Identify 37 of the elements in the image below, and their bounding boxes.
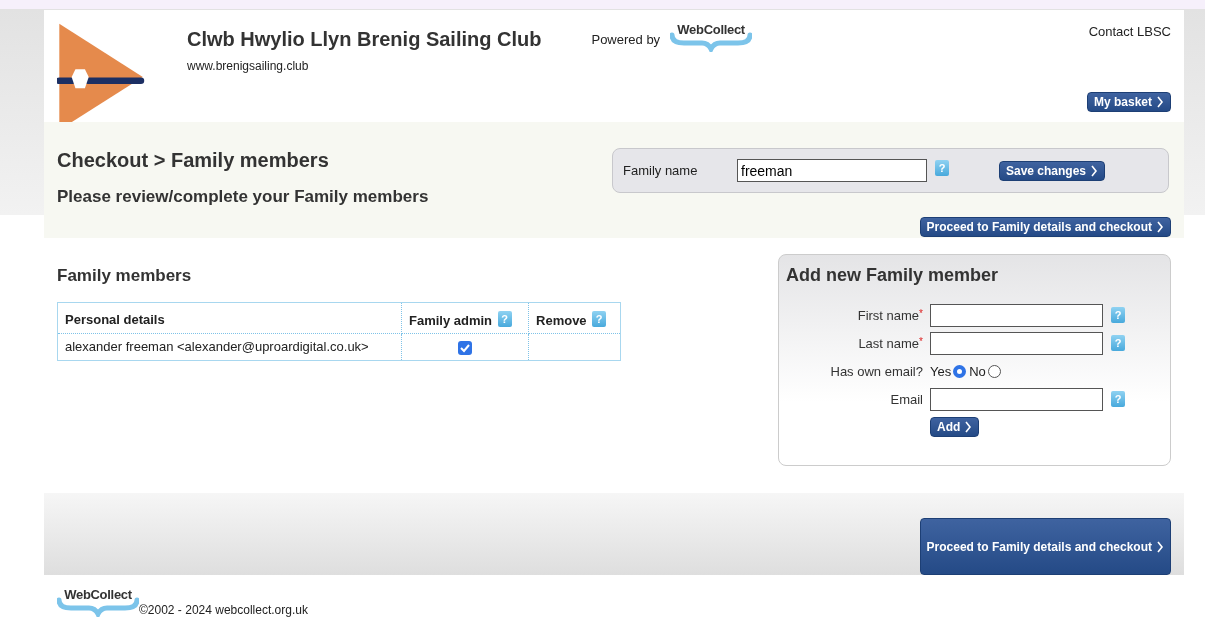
proceed-button[interactable]: Proceed to Family details and checkout bbox=[919, 217, 1171, 237]
brand-logo: WebCollect bbox=[57, 587, 139, 617]
checkbox[interactable] bbox=[458, 340, 472, 355]
family-name-field[interactable]: freeman bbox=[737, 159, 927, 182]
contact-link[interactable]: Contact LBSC bbox=[1088, 24, 1171, 39]
save-button[interactable]: Save changes bbox=[999, 160, 1106, 181]
brand-logo: WebCollect bbox=[670, 22, 753, 52]
chevron-icon bbox=[1157, 221, 1164, 233]
basket-button[interactable]: My basket bbox=[1086, 92, 1171, 112]
column-header: Family admin ? bbox=[401, 302, 529, 334]
option-label: No bbox=[969, 363, 986, 379]
field-label: Family name bbox=[623, 163, 699, 178]
text-field[interactable] bbox=[930, 303, 1103, 327]
website-url: www.brenigsailing.club bbox=[187, 59, 310, 73]
section-title: Family members bbox=[57, 266, 193, 286]
text-field[interactable] bbox=[930, 331, 1103, 355]
proceed-button[interactable]: Proceed to Family details and checkout bbox=[919, 518, 1171, 575]
field-label: Last name$^{*}$ bbox=[857, 335, 924, 351]
field-label: Email bbox=[889, 391, 924, 407]
copyright-text: ©2002 - 2024 webcollect.org.uk bbox=[139, 602, 308, 617]
text-field[interactable] bbox=[930, 387, 1103, 411]
panel-title: Add new Family member bbox=[786, 265, 1000, 286]
page-title: Checkout > Family members bbox=[57, 149, 330, 172]
club-name: Clwb Hwylio Llyn Brenig Sailing Club bbox=[187, 28, 542, 51]
chevron-icon bbox=[1157, 540, 1164, 553]
chevron-icon bbox=[1091, 164, 1099, 177]
chevron-icon bbox=[1157, 96, 1164, 108]
radio-button[interactable] bbox=[987, 364, 1001, 378]
add-button[interactable]: Add bbox=[930, 417, 980, 437]
radio-button[interactable] bbox=[953, 364, 967, 378]
field-label: First name$^{*}$ bbox=[856, 307, 924, 323]
field-label: Has own email? bbox=[829, 363, 924, 379]
column-header: Personal details bbox=[57, 302, 402, 334]
powered-by-label: Powered by bbox=[591, 31, 661, 47]
option-label: Yes bbox=[930, 363, 952, 379]
chevron-icon bbox=[965, 421, 973, 433]
page-subtitle: Please review/complete your Family members bbox=[57, 187, 429, 207]
